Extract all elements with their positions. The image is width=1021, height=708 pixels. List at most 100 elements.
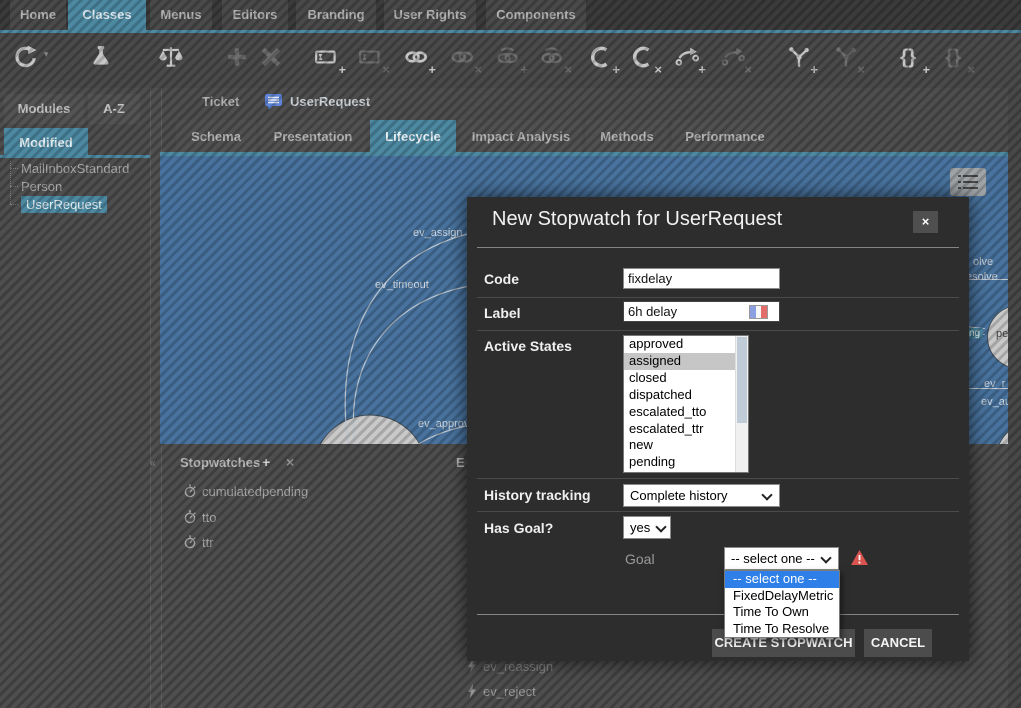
chevron-down-icon xyxy=(761,489,772,500)
tab-schema[interactable]: Schema xyxy=(176,120,256,153)
nav-tab-branding[interactable]: Branding xyxy=(296,0,376,30)
state-label-fragment: pen xyxy=(996,328,1008,340)
goal-option-select-one[interactable]: -- select one -- xyxy=(725,571,839,588)
add-transition-icon[interactable]: + xyxy=(674,44,702,74)
state-option-dispatched[interactable]: dispatched xyxy=(624,387,748,404)
sidebar-tab-az[interactable]: A-Z xyxy=(88,94,140,124)
goal-select[interactable]: -- select one -- xyxy=(724,547,839,570)
nav-tab-classes[interactable]: Classes xyxy=(68,0,146,30)
stopwatch-add-button[interactable]: + xyxy=(262,454,270,470)
nav-tab-user-rights[interactable]: User Rights xyxy=(384,0,476,30)
divider xyxy=(477,330,959,331)
chevron-down-icon xyxy=(655,521,666,532)
stopwatch-icon xyxy=(183,484,197,498)
sandbox-flask-icon[interactable] xyxy=(88,44,116,74)
transition-label-ev-timeout: ev_timeout xyxy=(375,279,429,291)
dialog-close-button[interactable]: × xyxy=(913,211,938,233)
tree-tick xyxy=(10,168,18,169)
delete-relation-icon: × xyxy=(833,44,861,74)
divider xyxy=(477,297,959,298)
dialog-title: New Stopwatch for UserRequest xyxy=(492,208,782,231)
nav-tab-home[interactable]: Home xyxy=(10,0,66,30)
goal-option-fixeddelaymetric[interactable]: FixedDelayMetric xyxy=(725,588,839,605)
divider xyxy=(477,247,959,248)
history-tracking-select[interactable]: Complete history xyxy=(623,484,780,507)
state-option-pending[interactable]: pending xyxy=(624,454,748,471)
goal-dropdown-list: -- select one -- FixedDelayMetric Time T… xyxy=(724,570,840,638)
delete-transition-icon: × xyxy=(720,44,748,74)
top-navbar: Home Classes Menus Editors Branding User… xyxy=(0,0,1021,33)
diagram-options-button[interactable] xyxy=(950,168,986,196)
sidebar-tab-modified[interactable]: Modified xyxy=(4,128,88,158)
nav-tab-editors[interactable]: Editors xyxy=(222,0,288,30)
state-option-closed[interactable]: closed xyxy=(624,370,748,387)
goal-option-time-to-own[interactable]: Time To Own xyxy=(725,604,839,621)
goal-option-time-to-resolve[interactable]: Time To Resolve xyxy=(725,621,839,638)
state-option-escalated-ttr[interactable]: escalated_ttr xyxy=(624,421,748,438)
state-option-escalated-tto[interactable]: escalated_tto xyxy=(624,404,748,421)
delete-icon xyxy=(258,44,280,74)
sidebar-item-person[interactable]: Person xyxy=(21,179,62,194)
tab-lifecycle[interactable]: Lifecycle xyxy=(370,120,456,153)
class-icon xyxy=(264,93,283,111)
chevron-down-icon xyxy=(820,552,831,563)
transition-label-fragment: esolve xyxy=(966,271,998,283)
add-linkset-icon: + xyxy=(496,44,524,74)
add-link-icon[interactable]: + xyxy=(404,44,432,74)
state-option-assigned[interactable]: assigned xyxy=(624,353,748,370)
add-icon xyxy=(224,44,246,74)
delete-link-icon: × xyxy=(450,44,478,74)
goal-label: Goal xyxy=(625,551,655,567)
new-stopwatch-dialog: New Stopwatch for UserRequest × Code Lab… xyxy=(467,197,969,661)
right-margin xyxy=(1008,88,1021,708)
tab-performance[interactable]: Performance xyxy=(672,120,778,153)
main-toolbar: ▾ + × + × + × + × + × + × + × xyxy=(0,33,1021,88)
events-header-partial: E xyxy=(456,455,465,470)
divider xyxy=(477,511,959,512)
sidebar-active-tab-underline xyxy=(0,155,150,158)
code-input[interactable] xyxy=(623,268,780,289)
add-relation-icon[interactable]: + xyxy=(786,44,814,74)
breadcrumb-group[interactable]: Ticket xyxy=(202,94,239,109)
divider xyxy=(477,478,959,479)
tab-methods[interactable]: Methods xyxy=(586,120,668,153)
breadcrumb-class[interactable]: UserRequest xyxy=(290,94,370,109)
sidebar-item-userrequest[interactable]: UserRequest xyxy=(21,197,107,212)
delete-dictionary-icon: × xyxy=(943,44,971,74)
cancel-button[interactable]: CANCEL xyxy=(864,629,932,657)
stopwatch-item-cumulatedpending[interactable]: cumulatedpending xyxy=(183,484,308,499)
stopwatches-close-icon[interactable]: × xyxy=(286,454,294,470)
event-item-ev-reject[interactable]: ev_reject xyxy=(466,684,536,699)
add-state-icon[interactable]: + xyxy=(588,44,616,74)
code-label: Code xyxy=(484,271,519,287)
stopwatch-item-tto[interactable]: tto xyxy=(183,510,216,525)
tab-presentation[interactable]: Presentation xyxy=(260,120,366,153)
state-option-approved[interactable]: approved xyxy=(624,336,748,353)
nav-tab-components[interactable]: Components xyxy=(486,0,586,30)
active-states-listbox[interactable]: approved assigned closed dispatched esca… xyxy=(623,335,749,473)
undo-icon[interactable] xyxy=(12,44,40,74)
has-goal-label: Has Goal? xyxy=(484,520,553,536)
stopwatch-icon xyxy=(183,510,197,524)
event-item-ev-reassign[interactable]: ev_reassign xyxy=(466,659,553,674)
state-option-new[interactable]: new xyxy=(624,437,748,454)
stopwatch-item-ttr[interactable]: ttr xyxy=(183,535,214,550)
delete-field-icon: × xyxy=(358,44,386,74)
active-states-label: Active States xyxy=(484,338,572,354)
sidebar-item-mailinboxstandard[interactable]: MailInboxStandard xyxy=(21,161,129,176)
has-goal-select[interactable]: yes xyxy=(623,516,671,539)
add-field-icon[interactable]: + xyxy=(314,44,342,74)
label-label: Label xyxy=(484,305,521,321)
collapse-handle-icon[interactable]: « xyxy=(150,458,156,469)
tree-tick xyxy=(10,186,18,187)
nav-tab-menus[interactable]: Menus xyxy=(150,0,212,30)
delete-state-icon[interactable]: × xyxy=(630,44,658,74)
listbox-scrollbar[interactable] xyxy=(735,336,748,472)
sidebar-tab-modules[interactable]: Modules xyxy=(4,94,84,124)
tab-impact-analysis[interactable]: Impact Analysis xyxy=(460,120,582,153)
undo-history-caret-icon[interactable]: ▾ xyxy=(44,49,49,60)
add-dictionary-icon[interactable]: + xyxy=(898,44,926,74)
transition-label-fragment: olve xyxy=(973,256,993,268)
language-flag-icon xyxy=(749,305,768,319)
compare-scales-icon[interactable] xyxy=(158,44,186,74)
